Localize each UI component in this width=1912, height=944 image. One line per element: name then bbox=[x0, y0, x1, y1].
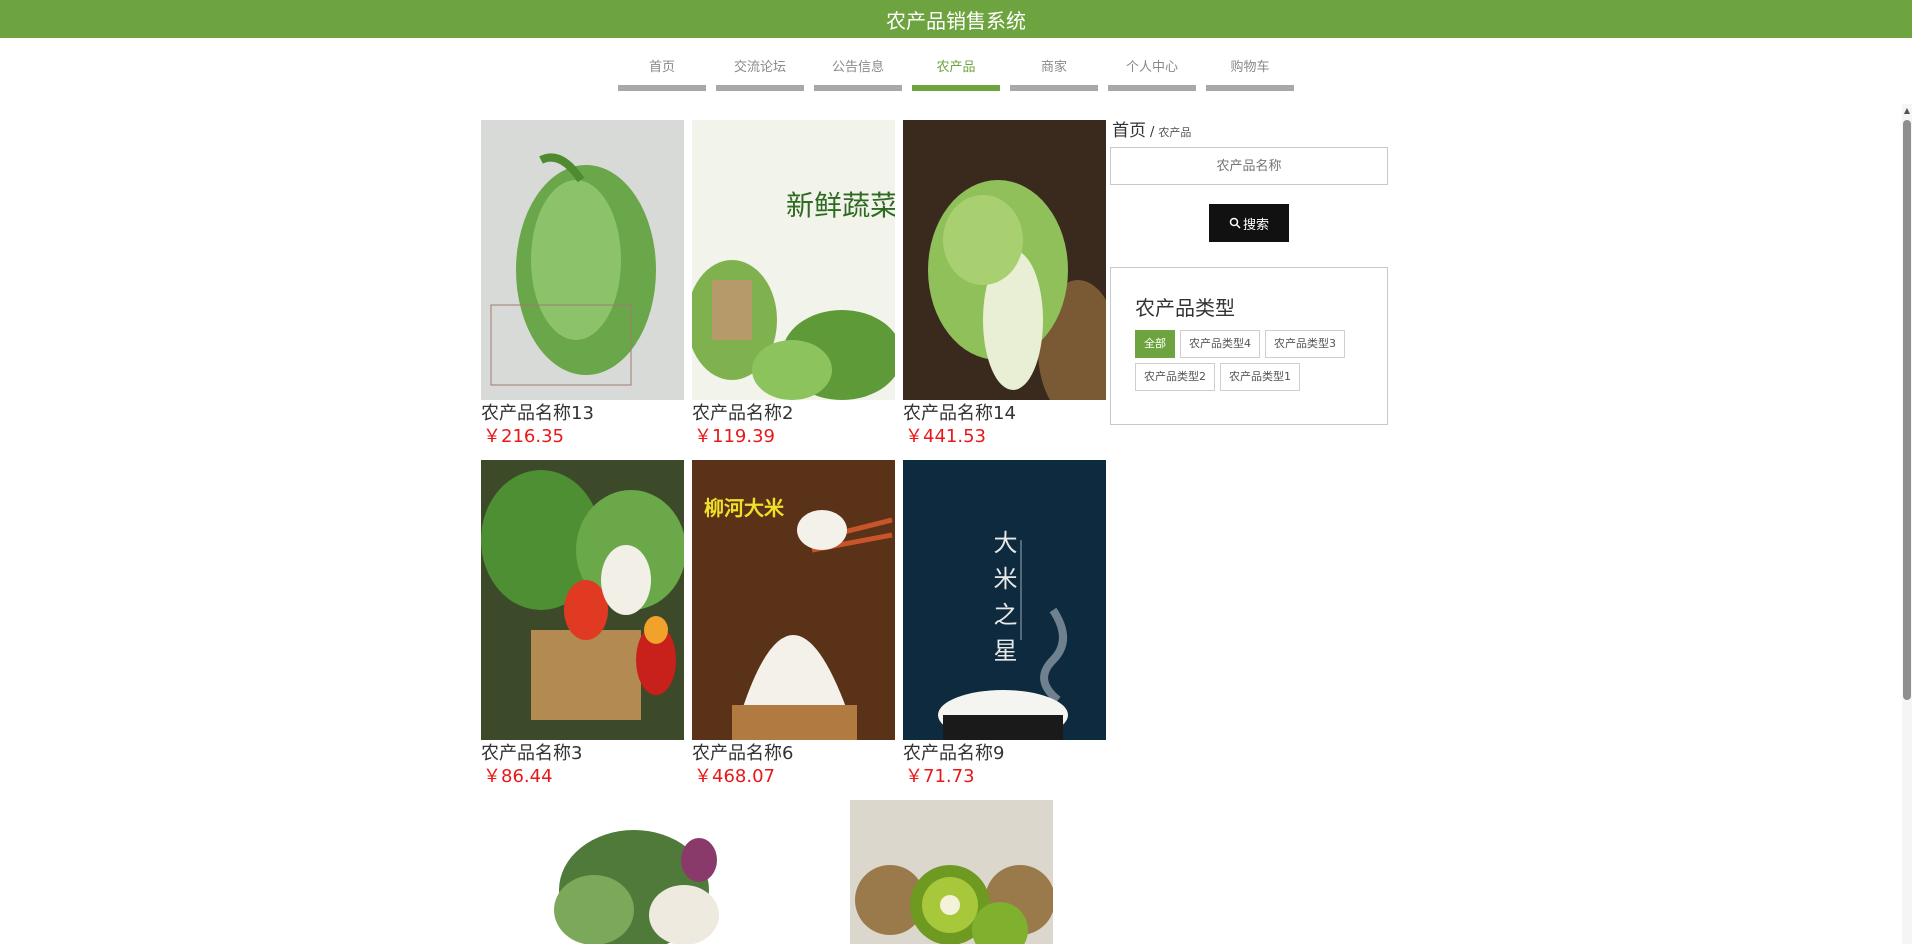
product-image[interactable]: 新鲜蔬菜 bbox=[692, 120, 895, 400]
product-card[interactable]: 农产品名称3 ￥86.44 bbox=[481, 460, 684, 788]
product-image[interactable] bbox=[481, 120, 684, 400]
image-caption: 柳河大米 bbox=[704, 496, 785, 520]
type-tag-4[interactable]: 农产品类型4 bbox=[1180, 330, 1260, 358]
product-name[interactable]: 农产品名称13 bbox=[481, 402, 684, 426]
search-input[interactable] bbox=[1110, 147, 1388, 185]
product-price: ￥468.07 bbox=[694, 766, 775, 787]
nav-announcements[interactable]: 公告信息 bbox=[814, 56, 902, 91]
product-price: ￥441.53 bbox=[905, 426, 986, 447]
product-image[interactable]: 柳河大米 bbox=[692, 460, 895, 740]
product-image[interactable] bbox=[534, 800, 737, 944]
product-image[interactable]: 大米之星 bbox=[903, 460, 1106, 740]
app-title: 农产品销售系统 bbox=[886, 8, 1026, 33]
product-name[interactable]: 农产品名称6 bbox=[692, 742, 895, 766]
nav-cart[interactable]: 购物车 bbox=[1206, 56, 1294, 91]
nav-profile[interactable]: 个人中心 bbox=[1108, 56, 1196, 91]
scroll-up-arrow-icon[interactable]: ▲ bbox=[1902, 104, 1912, 116]
nav-merchants[interactable]: 商家 bbox=[1010, 56, 1098, 91]
main-nav: 首页 交流论坛 公告信息 农产品 商家 个人中心 购物车 bbox=[0, 56, 1912, 91]
product-card[interactable]: 大米之星 农产品名称9 ￥71.73 bbox=[903, 460, 1106, 788]
breadcrumb: 首页 / 农产品 bbox=[1112, 116, 1191, 141]
breadcrumb-separator: / bbox=[1150, 125, 1155, 140]
scroll-thumb[interactable] bbox=[1903, 120, 1911, 700]
image-caption: 新鲜蔬菜 bbox=[786, 189, 895, 222]
type-tag-3[interactable]: 农产品类型3 bbox=[1265, 330, 1345, 358]
product-card[interactable] bbox=[534, 800, 737, 944]
product-price: ￥119.39 bbox=[694, 426, 775, 447]
type-tag-1[interactable]: 农产品类型1 bbox=[1220, 363, 1300, 391]
product-name[interactable]: 农产品名称2 bbox=[692, 402, 895, 426]
product-price: ￥71.73 bbox=[905, 766, 975, 787]
product-type-title: 农产品类型 bbox=[1135, 296, 1235, 320]
product-image[interactable] bbox=[481, 460, 684, 740]
product-image[interactable] bbox=[903, 120, 1106, 400]
page-scrollbar[interactable]: ▲ bbox=[1902, 104, 1912, 944]
breadcrumb-current: 农产品 bbox=[1158, 126, 1192, 139]
nav-products[interactable]: 农产品 bbox=[912, 56, 1000, 91]
breadcrumb-home[interactable]: 首页 bbox=[1112, 121, 1146, 141]
product-price: ￥216.35 bbox=[483, 426, 564, 447]
image-caption: 大米之星 bbox=[989, 530, 1017, 674]
product-name[interactable]: 农产品名称3 bbox=[481, 742, 684, 766]
nav-home[interactable]: 首页 bbox=[618, 56, 706, 91]
product-price: ￥86.44 bbox=[483, 766, 553, 787]
app-title-bar: 农产品销售系统 bbox=[0, 0, 1912, 38]
product-card[interactable]: 农产品名称14 ￥441.53 bbox=[903, 120, 1106, 448]
product-type-filter: 农产品类型 全部 农产品类型4 农产品类型3 农产品类型2 农产品类型1 bbox=[1110, 267, 1388, 425]
product-card[interactable]: 新鲜蔬菜 农产品名称2 ￥119.39 bbox=[692, 120, 895, 448]
product-card[interactable]: 柳河大米 农产品名称6 ￥468.07 bbox=[692, 460, 895, 788]
search-button-label: 搜索 bbox=[1242, 217, 1269, 233]
product-card[interactable] bbox=[850, 800, 1053, 944]
search-icon bbox=[1229, 217, 1241, 229]
product-type-list: 全部 农产品类型4 农产品类型3 农产品类型2 农产品类型1 bbox=[1135, 330, 1375, 391]
search-button[interactable]: 搜索 bbox=[1209, 204, 1289, 242]
nav-forum[interactable]: 交流论坛 bbox=[716, 56, 804, 91]
product-image[interactable] bbox=[850, 800, 1053, 944]
type-tag-2[interactable]: 农产品类型2 bbox=[1135, 363, 1215, 391]
product-card[interactable]: 农产品名称13 ￥216.35 bbox=[481, 120, 684, 448]
product-name[interactable]: 农产品名称9 bbox=[903, 742, 1106, 766]
product-name[interactable]: 农产品名称14 bbox=[903, 402, 1106, 426]
type-tag-all[interactable]: 全部 bbox=[1135, 330, 1175, 358]
